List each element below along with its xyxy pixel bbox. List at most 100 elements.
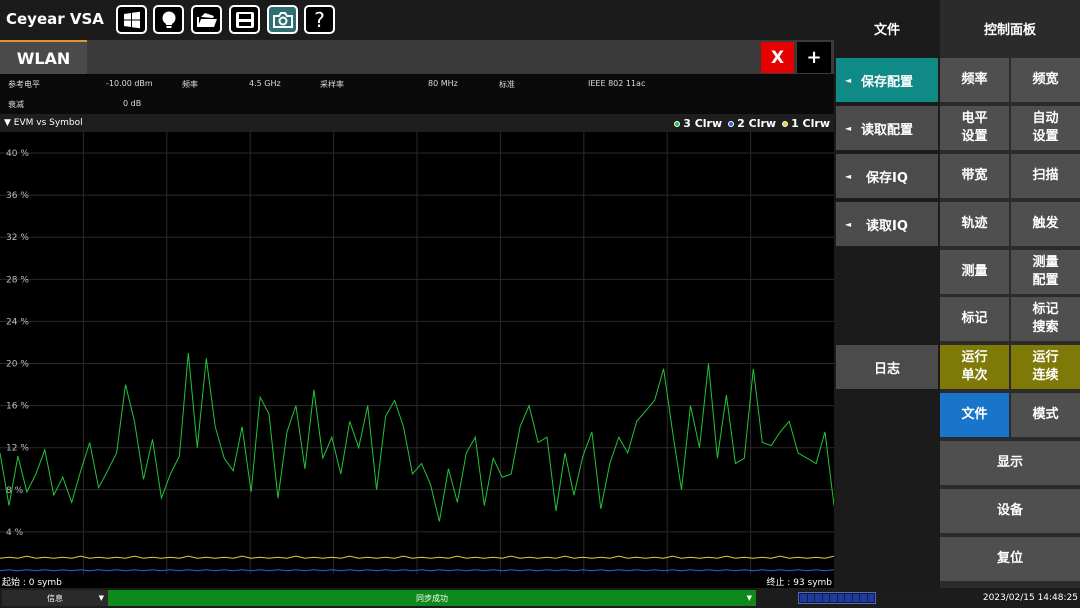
y-tick-label: 32 % (6, 233, 29, 243)
trace-1-dot-icon (782, 120, 789, 127)
measurement-info: 参考电平 -10.00 dBm 频率 4.5 GHz 采样率 80 MHz 标准… (0, 74, 834, 114)
bandwidth-button[interactable]: 带宽 (940, 154, 1009, 198)
sample-rate-value: 80 MHz (428, 79, 458, 88)
open-folder-icon (196, 12, 217, 27)
measure-button[interactable]: 测量 (940, 250, 1009, 294)
status-bar: 信息 ▼ 同步成功 ▼ 2023/02/15 14:48:25 (0, 588, 1080, 608)
run-continuous-button[interactable]: 运行 连续 (1011, 345, 1080, 389)
datetime: 2023/02/15 14:48:25 (982, 593, 1078, 603)
trace-button[interactable]: 轨迹 (940, 202, 1009, 246)
windows-icon (123, 11, 140, 28)
x-stop-label: 终止 : 93 symb (766, 578, 832, 588)
info-dropdown[interactable]: 信息 ▼ (2, 590, 108, 606)
y-tick-label: 24 % (6, 317, 29, 327)
file-button[interactable]: 文件 (940, 393, 1009, 437)
triangle-left-icon: ◄ (845, 219, 852, 229)
tab-wlan[interactable]: WLAN (0, 40, 87, 74)
y-tick-label: 36 % (6, 191, 29, 201)
help-button[interactable]: ? (304, 5, 335, 34)
y-tick-label: 16 % (6, 402, 29, 412)
chart-header: ▼ EVM vs Symbol 3 Clrw 2 Clrw 1 Clrw (0, 114, 834, 132)
dropdown-arrow-icon: ▼ (746, 594, 752, 602)
y-tick-label: 12 % (6, 444, 29, 454)
measure-config-button[interactable]: 测量 配置 (1011, 250, 1080, 294)
save-iq-label: 保存IQ (866, 170, 908, 186)
y-tick-label: 20 % (6, 360, 29, 370)
chart-svg: 40 % 36 % 32 % 28 % 24 % 20 % 16 % 12 % 8 % 4 % (0, 132, 852, 574)
file-panel-header: 文件 (873, 22, 900, 38)
legend-trace-1[interactable]: 1 Clrw (782, 117, 830, 130)
standard-label: 标准 (499, 80, 515, 89)
load-config-label: 读取配置 (860, 122, 913, 138)
freq-value: 4.5 GHz (249, 79, 281, 88)
x-axis: 起始 : 0 symb 终止 : 93 symb (0, 574, 834, 588)
y-tick-label: 28 % (6, 275, 29, 285)
y-tick-label: 40 % (6, 149, 29, 159)
lightbulb-button[interactable] (153, 5, 184, 34)
x-start-label: 起始 : 0 symb (2, 578, 62, 588)
legend-trace-1-label: 1 Clrw (791, 117, 830, 130)
reset-button[interactable]: 复位 (940, 537, 1080, 581)
load-iq-button[interactable]: ◄ 读取IQ (836, 202, 938, 246)
app-title: Ceyear VSA (6, 10, 104, 28)
trace-2-dot-icon (728, 120, 735, 127)
level-settings-button[interactable]: 电平 设置 (940, 106, 1009, 150)
legend-trace-2-label: 2 Clrw (737, 117, 777, 130)
triangle-left-icon: ◄ (845, 75, 852, 85)
dropdown-arrow-icon: ▼ (98, 594, 104, 602)
legend-trace-2[interactable]: 2 Clrw (728, 117, 776, 130)
display-button[interactable]: 显示 (940, 441, 1080, 485)
lightbulb-icon (162, 11, 175, 28)
status-message[interactable]: 同步成功 ▼ (108, 590, 756, 606)
camera-icon (272, 11, 293, 28)
info-label: 信息 (47, 593, 63, 603)
top-bar: Ceyear VSA ? (0, 0, 834, 40)
add-tab-button[interactable]: + (797, 42, 831, 73)
load-config-button[interactable]: ◄ 读取配置 (836, 106, 938, 150)
atten-label: 衰减 (8, 100, 24, 109)
windows-button[interactable] (116, 5, 147, 34)
level-meter-icon (798, 592, 876, 604)
y-tick-label: 4 % (6, 528, 24, 538)
series-line-2-clrw (0, 569, 835, 572)
auto-settings-button[interactable]: 自动 设置 (1011, 106, 1080, 150)
mode-button[interactable]: 模式 (1011, 393, 1080, 437)
standard-value: IEEE 802 11ac (588, 79, 646, 88)
open-folder-button[interactable] (191, 5, 222, 34)
sample-rate-label: 采样率 (320, 80, 344, 89)
screenshot-button[interactable] (267, 5, 298, 34)
triangle-left-icon: ◄ (845, 171, 852, 181)
device-button[interactable]: 设备 (940, 489, 1080, 533)
chart-title[interactable]: ▼ EVM vs Symbol (4, 118, 83, 128)
sweep-button[interactable]: 扫描 (1011, 154, 1080, 198)
trace-3-dot-icon (674, 120, 681, 127)
control-panel: 控制面板 频率 频宽 电平 设置 自动 设置 带宽 扫描 轨迹 触发 测量 测量… (940, 0, 1080, 588)
run-single-button[interactable]: 运行 单次 (940, 345, 1009, 389)
status-message-text: 同步成功 (416, 593, 448, 603)
y-tick-label: 8 % (6, 486, 24, 496)
legend-trace-3[interactable]: 3 Clrw (674, 117, 722, 130)
marker-search-button[interactable]: 标记 搜索 (1011, 297, 1080, 341)
ref-level-value: -10.00 dBm (106, 79, 153, 88)
chart-legend: 3 Clrw 2 Clrw 1 Clrw (674, 117, 830, 130)
freq-label: 频率 (182, 80, 198, 89)
save-config-button[interactable]: ◄ 保存配置 (836, 58, 938, 102)
close-tab-button[interactable]: X (761, 42, 794, 73)
span-button[interactable]: 频宽 (1011, 58, 1080, 102)
save-iq-button[interactable]: ◄ 保存IQ (836, 154, 938, 198)
file-panel: 文件 ◄ 保存配置 ◄ 读取配置 ◄ 保存IQ ◄ 读取IQ 日志 (834, 0, 940, 588)
help-icon: ? (314, 7, 325, 32)
trigger-button[interactable]: 触发 (1011, 202, 1080, 246)
triangle-left-icon: ◄ (845, 123, 852, 133)
save-button[interactable] (229, 5, 260, 34)
load-iq-label: 读取IQ (866, 218, 908, 234)
freq-button[interactable]: 频率 (940, 58, 1009, 102)
save-config-label: 保存配置 (860, 74, 913, 90)
control-panel-header: 控制面板 (983, 22, 1036, 38)
ref-level-label: 参考电平 (8, 80, 40, 89)
evm-chart[interactable]: 40 % 36 % 32 % 28 % 24 % 20 % 16 % 12 % 8 % 4 % (0, 132, 852, 574)
tab-row: WLAN X + (0, 40, 834, 74)
legend-trace-3-label: 3 Clrw (683, 117, 723, 130)
marker-button[interactable]: 标记 (940, 297, 1009, 341)
log-button[interactable]: 日志 (836, 345, 938, 389)
